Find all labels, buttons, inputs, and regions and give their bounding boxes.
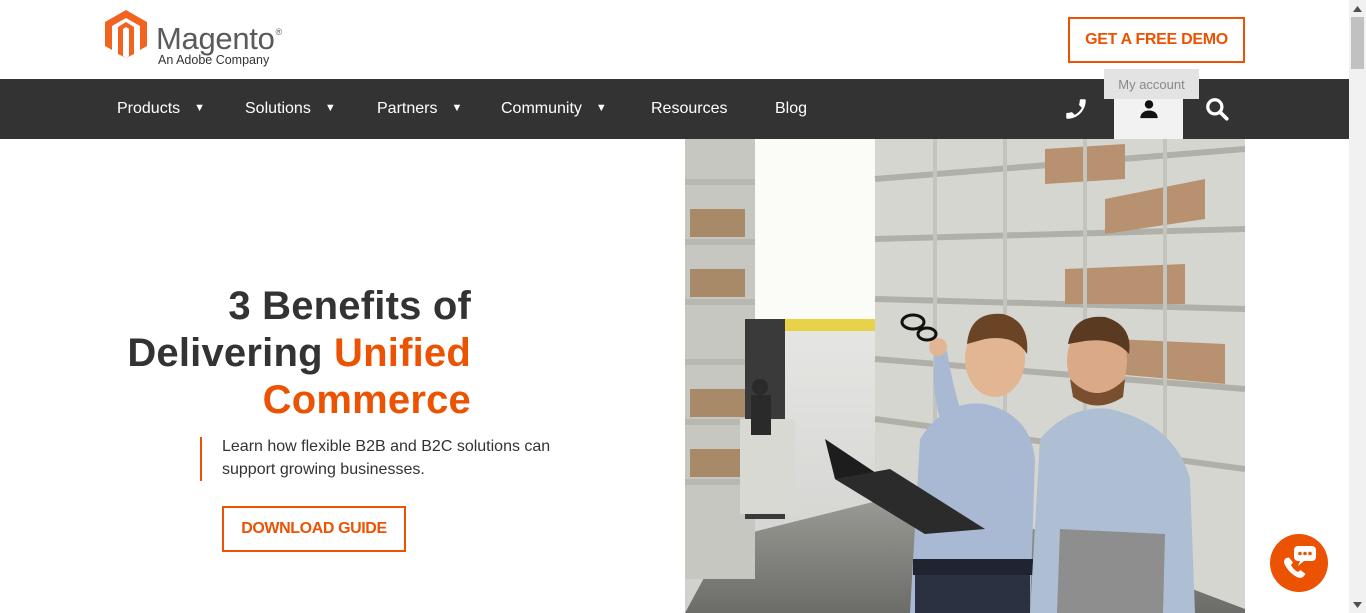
phone-icon[interactable] (1058, 79, 1094, 139)
nav-item-label: Resources (651, 100, 728, 117)
nav-item-blog[interactable]: Blog (775, 79, 807, 139)
magento-logo-icon (105, 10, 147, 58)
nav-item-products[interactable]: Products ▼ (117, 79, 205, 139)
nav-item-label: Products (117, 100, 181, 117)
nav-item-label: Partners (377, 100, 438, 117)
accent-divider (200, 437, 202, 481)
nav-item-label: Community (501, 100, 582, 117)
magento-logo[interactable]: Magento® An Adobe Company (104, 9, 304, 71)
caret-down-icon: ▼ (595, 102, 607, 114)
get-free-demo-button[interactable]: GET A FREE DEMO (1068, 17, 1245, 63)
nav-item-partners[interactable]: Partners ▼ (377, 79, 462, 139)
account-tooltip: My account (1104, 69, 1199, 99)
chat-button[interactable] (1270, 534, 1328, 592)
page-scrollbar[interactable] (1349, 0, 1366, 613)
caret-down-icon: ▼ (194, 102, 206, 114)
chat-phone-icon (1284, 546, 1316, 578)
scroll-down-icon[interactable] (1349, 596, 1366, 613)
hero-title: 3 Benefits of Delivering Unified Commerc… (90, 283, 471, 424)
account-icon (1139, 100, 1158, 119)
hero-image (685, 139, 1245, 613)
download-guide-button[interactable]: DOWNLOAD GUIDE (222, 506, 406, 552)
nav-item-label: Solutions (245, 100, 311, 117)
brand-name: Magento® (156, 21, 282, 56)
hero-title-line: Commerce (262, 378, 471, 422)
nav-item-community[interactable]: Community ▼ (501, 79, 607, 139)
hero-title-line: Delivering Unified (127, 331, 471, 375)
scroll-thumb[interactable] (1351, 17, 1364, 69)
brand-tagline: An Adobe Company (158, 53, 270, 67)
site-header: Magento® An Adobe Company GET A FREE DEM… (0, 0, 1349, 79)
scroll-up-icon[interactable] (1349, 0, 1366, 17)
caret-down-icon: ▼ (324, 102, 336, 114)
hero-title-line: 3 Benefits of (228, 284, 471, 328)
caret-down-icon: ▼ (451, 102, 463, 114)
nav-item-solutions[interactable]: Solutions ▼ (245, 79, 336, 139)
search-icon[interactable] (1199, 79, 1235, 139)
nav-item-label: Blog (775, 100, 808, 117)
hero-description: Learn how flexible B2B and B2C solutions… (222, 438, 551, 478)
nav-item-resources[interactable]: Resources (651, 79, 727, 139)
